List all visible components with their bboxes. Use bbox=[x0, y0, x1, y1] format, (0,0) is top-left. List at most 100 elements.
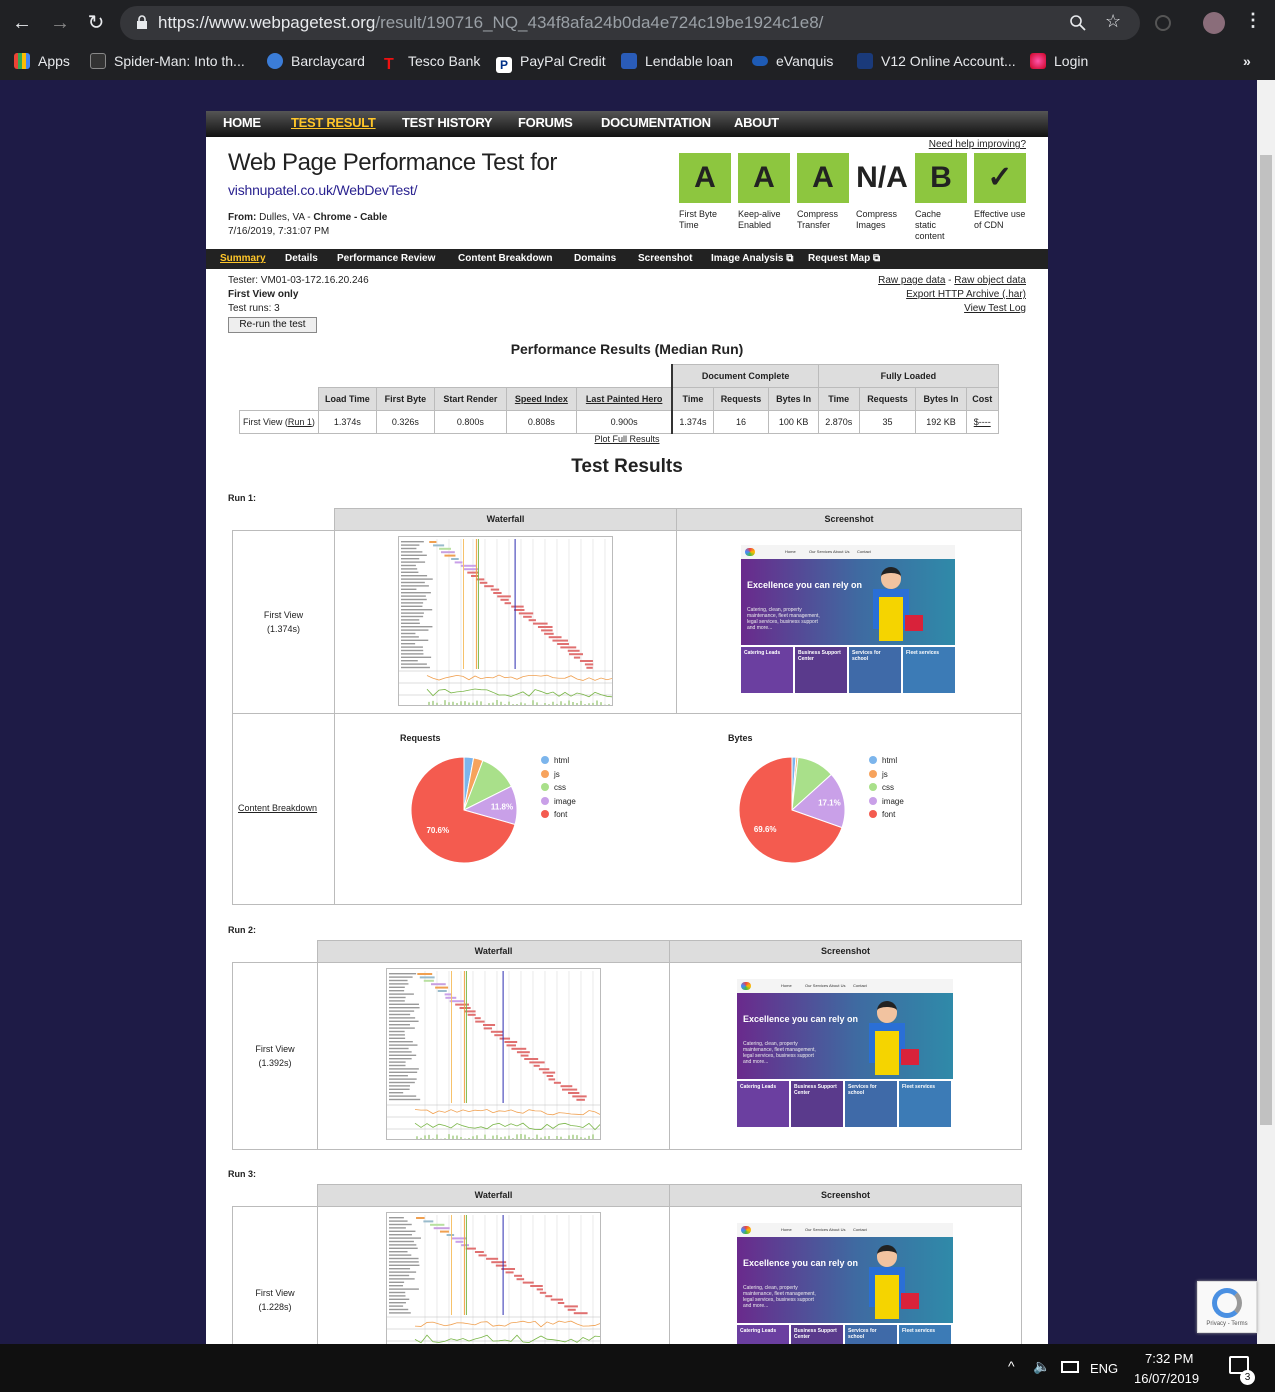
cell-doc-time: 1.374s bbox=[671, 410, 714, 434]
back-icon[interactable]: ← bbox=[8, 9, 36, 37]
cell-doc-bytes: 100 KB bbox=[768, 410, 819, 434]
site-menu-item: About Us bbox=[829, 983, 846, 988]
menu-icon[interactable]: ⋮ bbox=[1244, 10, 1262, 31]
tab-content-breakdown[interactable]: Content Breakdown bbox=[458, 253, 552, 264]
plot-full-results[interactable]: Plot Full Results bbox=[594, 434, 659, 444]
waterfall-thumbnail[interactable] bbox=[386, 1212, 601, 1351]
grade-label: Compress Transfer bbox=[797, 209, 839, 230]
tab-screenshot[interactable]: Screenshot bbox=[638, 253, 692, 264]
scrollbar-thumb[interactable] bbox=[1260, 155, 1272, 1125]
col-header: Bytes In bbox=[915, 387, 967, 411]
rerun-button[interactable]: Re-run the test bbox=[228, 317, 317, 333]
site-logo bbox=[741, 982, 751, 990]
bookmarks-bar: Apps Spider-Man: Into th... Barclaycard … bbox=[0, 46, 1275, 76]
bookmark-v12[interactable]: V12 Online Account... bbox=[857, 51, 1016, 71]
grade-compress-images[interactable]: N/A bbox=[856, 153, 908, 203]
screenshot-thumbnail[interactable]: Home Our Services About Us Contact Excellenc… bbox=[737, 979, 953, 1129]
clock-time[interactable]: 7:32 PM bbox=[1145, 1351, 1193, 1366]
tab-request-map[interactable]: Request Map ⧉ bbox=[808, 253, 880, 264]
waterfall-thumbnail[interactable] bbox=[398, 536, 613, 706]
extension-icon[interactable] bbox=[1155, 15, 1171, 31]
export-har-link[interactable]: Export HTTP Archive (.har) bbox=[906, 288, 1026, 302]
grade-first-byte[interactable]: A bbox=[679, 153, 731, 203]
cell-last-painted-hero: 0.900s bbox=[575, 410, 673, 434]
tab-image-analysis[interactable]: Image Analysis ⧉ bbox=[711, 253, 793, 264]
tab-details[interactable]: Details bbox=[285, 253, 318, 264]
tested-url-link[interactable]: vishnupatel.co.uk/WebDevTest/ bbox=[228, 182, 417, 198]
apps-icon bbox=[14, 53, 30, 69]
nav-documentation[interactable]: DOCUMENTATION bbox=[601, 115, 711, 130]
cell-full-time: 2.870s bbox=[817, 410, 860, 434]
help-link[interactable]: Need help improving? bbox=[929, 139, 1026, 150]
waterfall-thumbnail[interactable] bbox=[386, 968, 601, 1140]
tab-performance-review[interactable]: Performance Review bbox=[337, 253, 435, 264]
bookmark-apps[interactable]: Apps bbox=[14, 51, 70, 71]
bookmark-tesco[interactable]: T Tesco Bank bbox=[384, 51, 480, 73]
bookmark-paypal[interactable]: P PayPal Credit bbox=[496, 51, 606, 73]
run-label: Run 1: bbox=[228, 493, 256, 503]
tab-summary[interactable]: Summary bbox=[220, 253, 266, 264]
runs-info: Test runs: 3 bbox=[228, 303, 280, 314]
cell-cost[interactable]: $---- bbox=[965, 410, 999, 434]
bookmark-lendable[interactable]: Lendable loan bbox=[621, 51, 733, 71]
reload-icon[interactable]: ↻ bbox=[82, 9, 110, 37]
cell-load-time: 1.374s bbox=[317, 410, 377, 434]
requests-legend-item: css bbox=[541, 781, 576, 795]
raw-object-data-link[interactable]: Raw object data bbox=[954, 275, 1026, 286]
network-icon[interactable] bbox=[1061, 1361, 1079, 1373]
service-tile: Fleet services bbox=[903, 647, 955, 693]
nav-test-history[interactable]: TEST HISTORY bbox=[402, 115, 493, 130]
grade-keep-alive[interactable]: A bbox=[738, 153, 790, 203]
tesco-icon: T bbox=[384, 56, 394, 73]
star-icon[interactable]: ☆ bbox=[1105, 11, 1121, 32]
bytes-pie-chart: 17.1% 69.6% bbox=[738, 756, 846, 864]
col-header-speed-index[interactable]: Speed Index bbox=[505, 387, 577, 411]
test-results-title: Test Results bbox=[571, 456, 683, 477]
bytes-legend: html js css image font bbox=[869, 754, 904, 822]
row-label: First View (Run 1) bbox=[239, 410, 319, 434]
nav-home[interactable]: HOME bbox=[223, 115, 261, 130]
clock-date[interactable]: 16/07/2019 bbox=[1134, 1371, 1199, 1386]
cell-speed-index: 0.808s bbox=[505, 410, 577, 434]
chevron-up-icon[interactable]: ^ bbox=[1008, 1358, 1015, 1374]
site-menu-item: About Us bbox=[833, 549, 850, 554]
nav-test-result[interactable]: TEST RESULT bbox=[291, 115, 376, 130]
col-header: Requests bbox=[858, 387, 917, 411]
content-breakdown-link[interactable]: Content Breakdown bbox=[238, 803, 317, 813]
run-1-link[interactable]: Run 1 bbox=[288, 417, 312, 427]
bytes-legend-item: font bbox=[869, 808, 904, 822]
bookmark-barclaycard[interactable]: Barclaycard bbox=[267, 51, 365, 71]
url-text: https://www.webpagetest.org/result/19071… bbox=[158, 13, 824, 32]
site-logo bbox=[741, 1226, 751, 1234]
grade-label: Compress Images bbox=[856, 209, 898, 230]
screenshot-thumbnail[interactable]: Home Our Services About Us Contact Excellenc… bbox=[741, 545, 955, 693]
bookmark-login[interactable]: Login bbox=[1030, 51, 1088, 71]
tab-domains[interactable]: Domains bbox=[574, 253, 616, 264]
screenshot-thumbnail[interactable]: Home Our Services About Us Contact Excellenc… bbox=[737, 1223, 953, 1351]
nav-about[interactable]: ABOUT bbox=[734, 115, 779, 130]
nav-forums[interactable]: FORUMS bbox=[518, 115, 573, 130]
page-title: Web Page Performance Test for bbox=[228, 149, 558, 176]
bytes-slice-label: 17.1% bbox=[818, 798, 841, 807]
view-test-log-link[interactable]: View Test Log bbox=[964, 302, 1026, 316]
recaptcha-links[interactable]: Privacy - Terms bbox=[1198, 1321, 1256, 1327]
grade-cache-static[interactable]: B bbox=[915, 153, 967, 203]
group-fully-loaded: Fully Loaded bbox=[817, 364, 999, 388]
language-indicator[interactable]: ENG bbox=[1090, 1361, 1118, 1376]
raw-page-data-link[interactable]: Raw page data bbox=[878, 275, 945, 286]
speaker-icon[interactable]: 🔈 bbox=[1033, 1358, 1050, 1375]
grade-compress-transfer[interactable]: A bbox=[797, 153, 849, 203]
bookmark-spiderman[interactable]: Spider-Man: Into th... bbox=[90, 51, 245, 71]
col-header-last-painted-hero[interactable]: Last Painted Hero bbox=[575, 387, 673, 411]
avatar[interactable] bbox=[1203, 12, 1225, 34]
address-bar[interactable]: https://www.webpagetest.org/result/19071… bbox=[120, 6, 1140, 40]
recaptcha-badge[interactable]: Privacy - Terms bbox=[1197, 1281, 1257, 1333]
grade-cdn[interactable]: ✓ bbox=[974, 153, 1026, 203]
bookmark-evanquis[interactable]: eVanquis bbox=[752, 51, 833, 71]
forward-icon[interactable]: → bbox=[46, 9, 74, 37]
more-bookmarks-icon[interactable]: » bbox=[1243, 51, 1251, 71]
search-icon[interactable] bbox=[1070, 15, 1086, 31]
cell-full-requests: 35 bbox=[858, 410, 917, 434]
screenshot-header: Screenshot bbox=[669, 940, 1022, 963]
waterfall-header: Waterfall bbox=[317, 940, 670, 963]
